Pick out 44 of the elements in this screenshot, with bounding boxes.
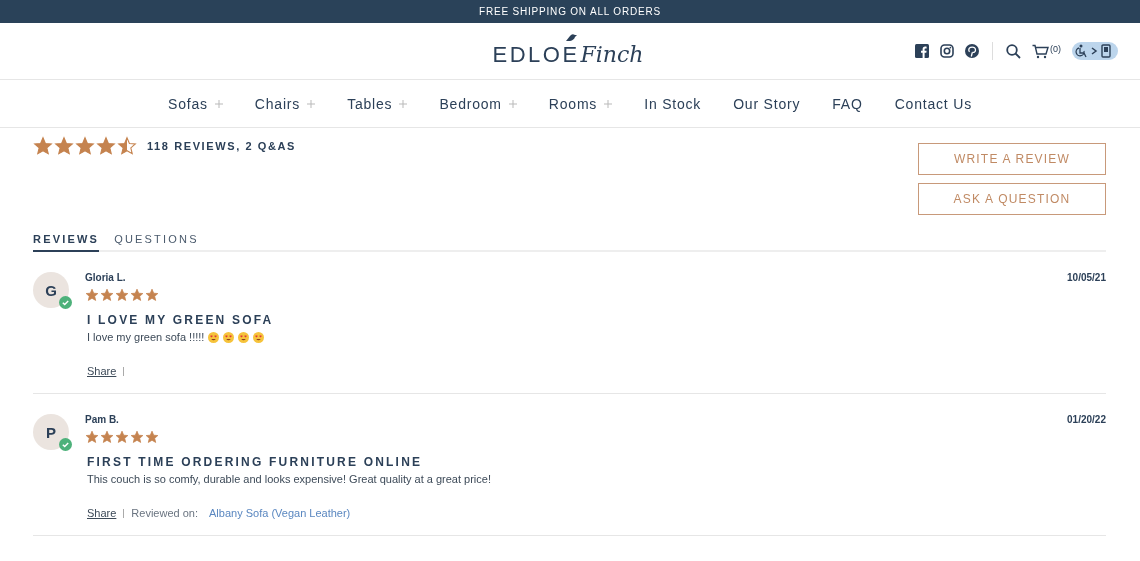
avatar: P [33,414,69,450]
nav-link[interactable]: Rooms [548,95,613,112]
share-link[interactable]: Share [87,365,117,377]
heart-eyes-emoji-icon [253,331,265,343]
nav-link[interactable]: FAQ [832,95,863,112]
nav-link[interactable]: Our Story [733,95,801,112]
plus-icon [604,99,613,108]
accessibility-icon[interactable] [1072,41,1118,61]
nav-link[interactable]: Chairs [254,95,316,112]
nav-link[interactable]: In Stock [644,95,702,112]
nav-link[interactable]: Bedroom [439,95,517,112]
share-link[interactable]: Share [87,507,117,519]
review-title: I LOVE MY GREEN SOFA [86,313,275,327]
review-count: 118 REVIEWS, 2 Q&AS [147,140,296,152]
nav-link[interactable]: Tables [347,95,408,112]
nav-link[interactable]: Sofas [168,95,223,112]
pinterest-icon[interactable] [965,44,979,58]
review-date: 01/20/22 [1067,414,1106,425]
plus-icon [508,99,517,108]
avatar: G [33,272,69,308]
facebook-icon[interactable] [915,44,929,58]
cart-count: (0) [1050,43,1061,54]
review-text: I love my green sofa !!!!! [87,331,205,343]
review-date: 10/05/21 [1067,272,1106,283]
plus-icon [399,99,408,108]
reviewer-name: Gloria L. [85,272,126,283]
instagram-icon[interactable] [940,44,954,58]
heart-eyes-emoji-icon [208,331,220,343]
shipping-banner-text: FREE SHIPPING ON ALL ORDERS [479,6,661,17]
tab[interactable]: QUESTIONS [114,229,199,252]
product-link[interactable]: Albany Sofa (Vegan Leather) [209,507,351,519]
plus-icon [214,99,223,108]
search-icon[interactable] [1006,43,1021,59]
nav-link[interactable]: Contact Us [894,95,972,112]
review-title: FIRST TIME ORDERING FURNITURE ONLINE [86,455,424,469]
logo[interactable]: EDLOEFinch [492,31,648,71]
cart-icon[interactable] [1032,43,1049,59]
heart-eyes-emoji-icon [223,331,235,343]
plus-icon [307,99,316,108]
reviewed-on-label: Reviewed on: [131,507,198,519]
tab[interactable]: REVIEWS [33,229,100,252]
review-text: This couch is so comfy, durable and looks expensive! Great quality at a great price! [87,473,491,485]
heart-eyes-emoji-icon [238,331,250,343]
reviewer-name: Pam B. [85,414,119,425]
